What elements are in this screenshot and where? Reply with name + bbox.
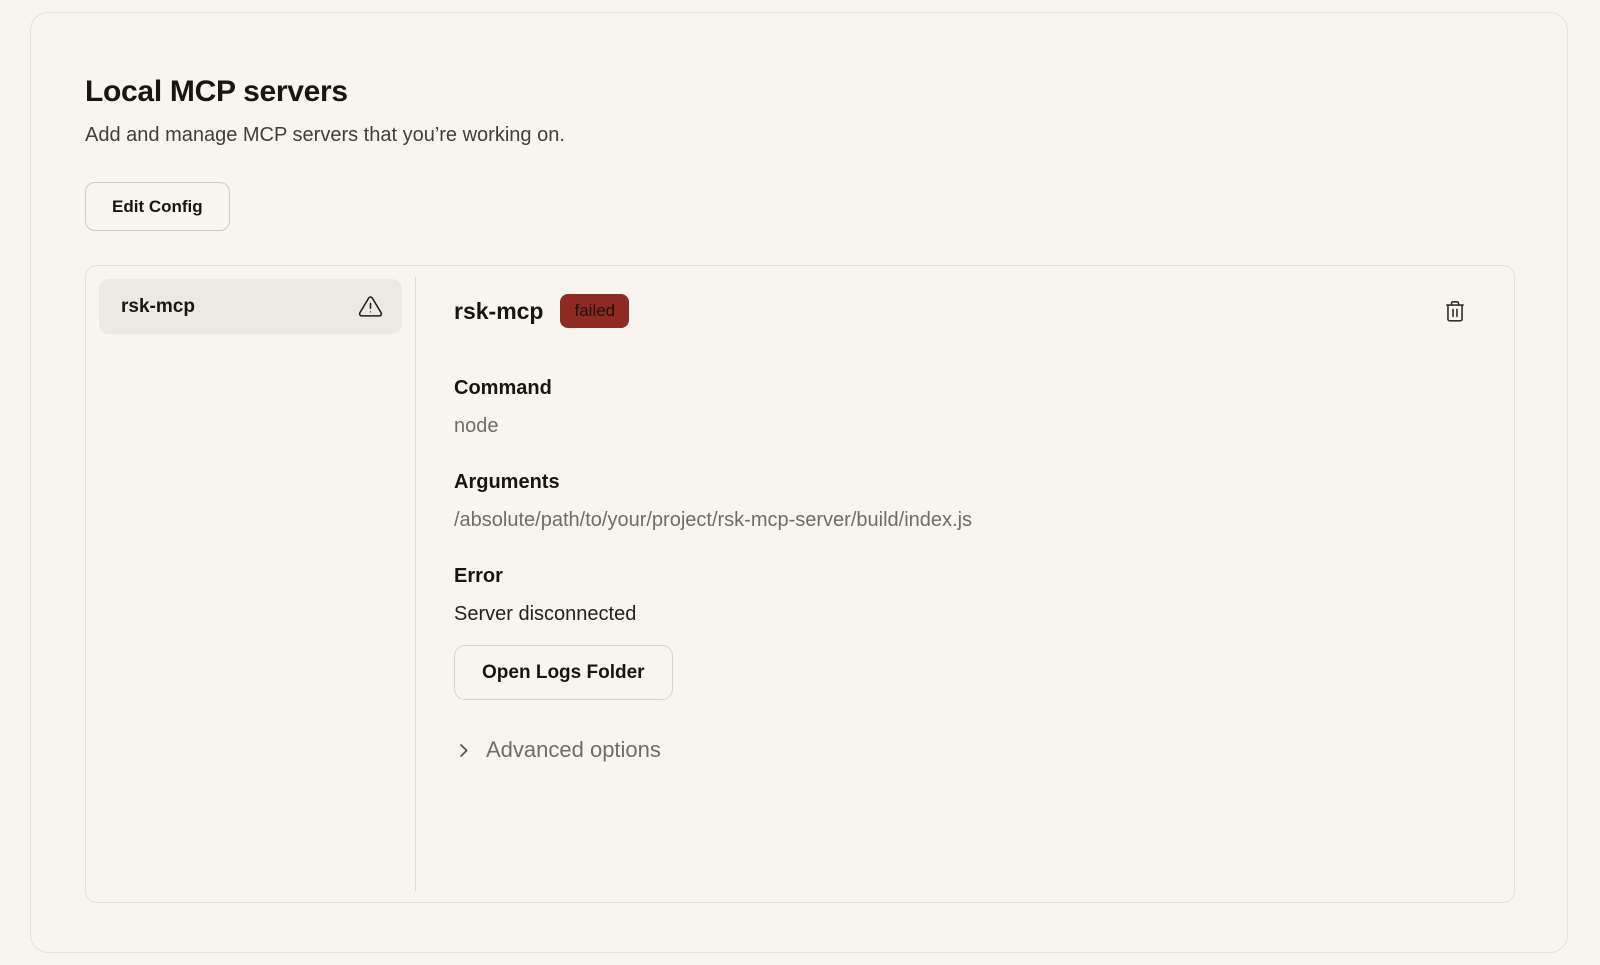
server-list-item-rsk-mcp[interactable]: rsk-mcp — [99, 279, 402, 334]
status-badge: failed — [560, 294, 629, 328]
page-title: Local MCP servers — [85, 75, 1513, 109]
server-detail: rsk-mcp failed Command — [416, 266, 1514, 902]
delete-server-button[interactable] — [1442, 298, 1468, 324]
server-detail-header: rsk-mcp failed — [454, 294, 1468, 328]
server-list: rsk-mcp — [86, 266, 415, 902]
advanced-options-label: Advanced options — [486, 737, 661, 763]
field-arguments: Arguments /absolute/path/to/your/project… — [454, 471, 1468, 532]
chevron-right-icon — [454, 741, 473, 760]
field-command: Command node — [454, 377, 1468, 438]
field-arguments-label: Arguments — [454, 471, 1468, 494]
field-error: Error Server disconnected — [454, 565, 1468, 626]
field-error-label: Error — [454, 565, 1468, 588]
field-command-label: Command — [454, 377, 1468, 400]
field-error-value: Server disconnected — [454, 603, 1468, 626]
page-subtitle: Add and manage MCP servers that you’re w… — [85, 124, 1513, 147]
edit-config-button[interactable]: Edit Config — [85, 182, 230, 231]
advanced-options-toggle[interactable]: Advanced options — [454, 737, 661, 763]
local-mcp-servers-card: Local MCP servers Add and manage MCP ser… — [30, 12, 1568, 953]
open-logs-folder-button[interactable]: Open Logs Folder — [454, 645, 673, 700]
field-arguments-value: /absolute/path/to/your/project/rsk-mcp-s… — [454, 509, 1468, 532]
server-panel: rsk-mcp rsk-mcp failed — [85, 265, 1515, 903]
server-name-title: rsk-mcp — [454, 298, 543, 325]
trash-icon — [1442, 298, 1468, 324]
field-command-value: node — [454, 415, 1468, 438]
warning-icon — [358, 294, 383, 319]
server-list-item-label: rsk-mcp — [121, 296, 195, 318]
